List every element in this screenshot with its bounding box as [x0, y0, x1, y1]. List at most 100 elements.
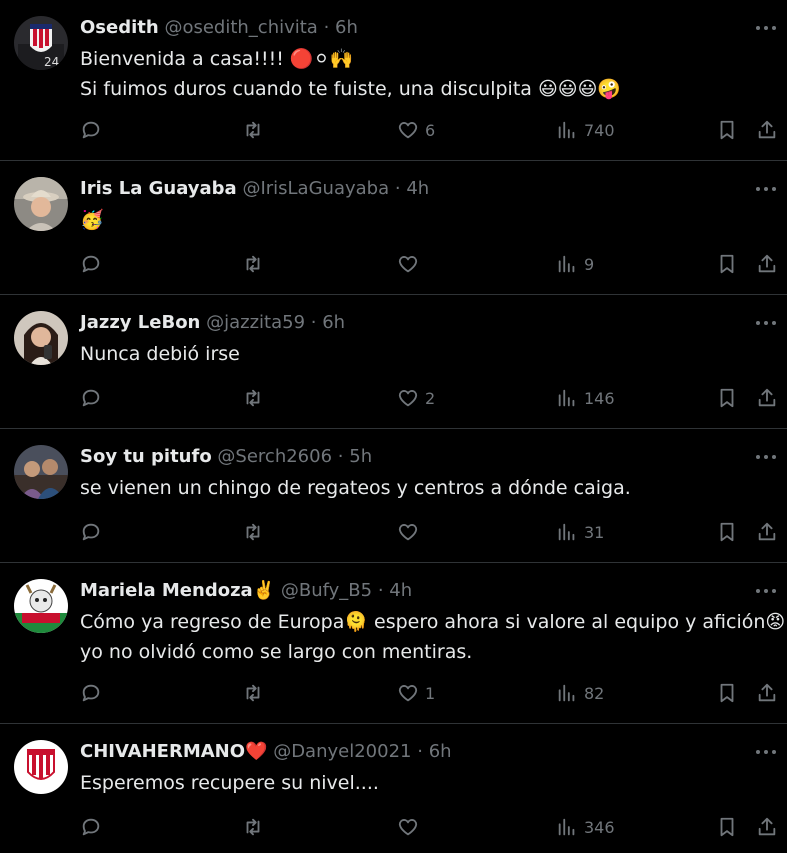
reply-button[interactable]: [80, 251, 108, 277]
timestamp[interactable]: 6h: [429, 741, 452, 762]
tweet-line: Nunca debió irse: [80, 343, 240, 365]
separator-dot: ·: [394, 178, 401, 199]
views-button[interactable]: 346: [556, 814, 615, 840]
avatar[interactable]: [14, 311, 68, 365]
reply-icon: [82, 255, 100, 273]
retweet-icon: [246, 684, 260, 702]
like-button[interactable]: 1: [397, 680, 435, 706]
display-name[interactable]: Osedith: [80, 17, 159, 38]
reply-icon: [82, 818, 100, 836]
more-options-icon[interactable]: [755, 183, 777, 195]
like-button[interactable]: [397, 251, 425, 277]
display-name[interactable]: Jazzy LeBon: [80, 312, 200, 333]
display-name[interactable]: Soy tu pitufo: [80, 446, 212, 467]
separator-dot: ·: [377, 580, 384, 601]
bookmark-button[interactable]: [716, 385, 738, 411]
views-chart-icon: [558, 255, 575, 273]
share-button[interactable]: [756, 251, 778, 277]
views-chart-icon: [558, 523, 575, 541]
avatar[interactable]: [14, 445, 68, 499]
share-button[interactable]: [756, 814, 778, 840]
avatar[interactable]: 24: [14, 16, 68, 70]
like-button[interactable]: 2: [397, 385, 435, 411]
views-button[interactable]: 9: [556, 251, 594, 277]
retweet-icon: [246, 389, 260, 407]
share-button[interactable]: [756, 385, 778, 411]
reply-tweet[interactable]: Soy tu pitufo @Serch2606 · 5h se vienen …: [0, 429, 787, 563]
reply-button[interactable]: [80, 680, 108, 706]
user-handle[interactable]: @osedith_chivita: [164, 17, 317, 38]
reply-tweet[interactable]: Mariela Mendoza✌️ @Bufy_B5 · 4h Cómo ya …: [0, 563, 787, 724]
separator-dot: ·: [323, 17, 330, 38]
timestamp[interactable]: 5h: [349, 446, 372, 467]
chivas-crest-avatar-icon: 24: [14, 16, 68, 70]
share-icon: [758, 683, 776, 702]
reply-tweet[interactable]: 24 Osedith @osedith_chivita · 6h Bienven…: [0, 0, 787, 161]
share-button[interactable]: [756, 117, 778, 143]
avatar[interactable]: [14, 740, 68, 794]
views-button[interactable]: 31: [556, 519, 604, 545]
timestamp[interactable]: 4h: [389, 580, 412, 601]
timestamp[interactable]: 6h: [335, 17, 358, 38]
views-button[interactable]: 740: [556, 117, 615, 143]
retweet-button[interactable]: [242, 814, 270, 840]
reply-button[interactable]: [80, 814, 108, 840]
avatar[interactable]: [14, 177, 68, 231]
tweet-text: Nunca debió irse: [80, 339, 757, 369]
tweet-header: Iris La Guayaba @IrisLaGuayaba · 4h: [80, 176, 429, 202]
like-count: 2: [425, 388, 436, 408]
views-button[interactable]: 146: [556, 385, 615, 411]
action-bar: 6 740: [80, 117, 780, 143]
timestamp[interactable]: 6h: [322, 312, 345, 333]
views-count: 740: [584, 120, 615, 140]
retweet-button[interactable]: [242, 385, 270, 411]
timestamp[interactable]: 4h: [406, 178, 429, 199]
tweet-header: Mariela Mendoza✌️ @Bufy_B5 · 4h: [80, 578, 412, 604]
views-chart-icon: [558, 684, 575, 702]
display-name[interactable]: Iris La Guayaba: [80, 178, 237, 199]
bookmark-button[interactable]: [716, 117, 738, 143]
reply-tweet[interactable]: Jazzy LeBon @jazzita59 · 6h Nunca debió …: [0, 295, 787, 429]
reply-tweet[interactable]: Iris La Guayaba @IrisLaGuayaba · 4h 🥳 9: [0, 161, 787, 295]
reply-tweet[interactable]: CHIVAHERMANO❤️ @Danyel20021 · 6h Esperem…: [0, 724, 787, 853]
retweet-icon: [246, 818, 260, 836]
avatar[interactable]: [14, 579, 68, 633]
user-handle[interactable]: @jazzita59: [206, 312, 305, 333]
heart-icon: [398, 390, 418, 407]
tweet-line: se vienen un chingo de regateos y centro…: [80, 477, 631, 499]
retweet-button[interactable]: [242, 117, 270, 143]
user-handle[interactable]: @Serch2606: [217, 446, 332, 467]
tweet-header: CHIVAHERMANO❤️ @Danyel20021 · 6h: [80, 739, 452, 765]
tweet-header: Soy tu pitufo @Serch2606 · 5h: [80, 444, 372, 470]
like-button[interactable]: 6: [397, 117, 435, 143]
more-options-icon[interactable]: [755, 746, 777, 758]
user-handle[interactable]: @Danyel20021: [273, 741, 411, 762]
like-button[interactable]: [397, 519, 425, 545]
like-button[interactable]: [397, 814, 425, 840]
bookmark-button[interactable]: [716, 519, 738, 545]
display-name[interactable]: Mariela Mendoza✌️: [80, 580, 275, 601]
views-button[interactable]: 82: [556, 680, 604, 706]
retweet-button[interactable]: [242, 680, 270, 706]
like-count: 1: [425, 683, 436, 703]
bookmark-button[interactable]: [716, 680, 738, 706]
retweet-button[interactable]: [242, 519, 270, 545]
bookmark-button[interactable]: [716, 251, 738, 277]
user-handle[interactable]: @IrisLaGuayaba: [242, 178, 389, 199]
goat-mascot-avatar-icon: [14, 579, 68, 633]
reply-button[interactable]: [80, 385, 108, 411]
reply-button[interactable]: [80, 519, 108, 545]
more-options-icon[interactable]: [755, 22, 777, 34]
share-button[interactable]: [756, 680, 778, 706]
bookmark-button[interactable]: [716, 814, 738, 840]
share-button[interactable]: [756, 519, 778, 545]
share-icon: [758, 817, 776, 836]
display-name[interactable]: CHIVAHERMANO❤️: [80, 741, 267, 762]
more-options-icon[interactable]: [755, 317, 777, 329]
user-handle[interactable]: @Bufy_B5: [281, 580, 372, 601]
reply-button[interactable]: [80, 117, 108, 143]
more-options-icon[interactable]: [755, 451, 777, 463]
more-options-icon[interactable]: [755, 585, 777, 597]
retweet-button[interactable]: [242, 251, 270, 277]
tweet-text: Esperemos recupere su nivel....: [80, 768, 757, 798]
